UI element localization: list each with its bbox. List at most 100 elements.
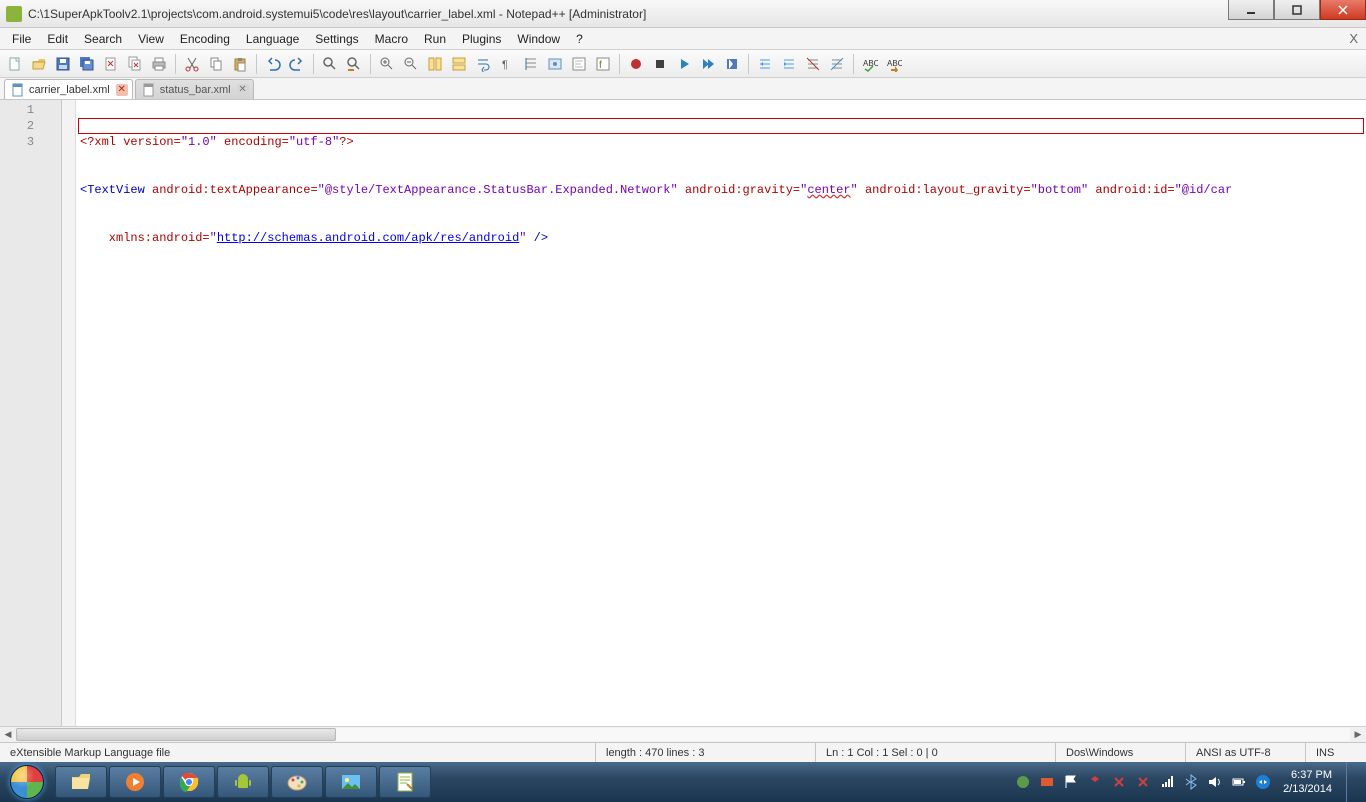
line-number: 1 [0, 102, 61, 118]
tray-icon[interactable] [1087, 774, 1103, 790]
taskbar-photos[interactable] [325, 766, 377, 798]
close-button[interactable] [1320, 0, 1366, 20]
print-button[interactable] [148, 53, 170, 75]
tray-icon[interactable] [1039, 774, 1055, 790]
editor[interactable]: 1 2 3 <?xml version="1.0" encoding="utf-… [0, 100, 1366, 726]
zoom-out-button[interactable] [400, 53, 422, 75]
menu-window[interactable]: Window [509, 30, 568, 48]
menu-help[interactable]: ? [568, 30, 591, 48]
spellcheck-next-button[interactable]: ABC [883, 53, 905, 75]
status-eol: Dos\Windows [1056, 743, 1186, 762]
tray-volume-icon[interactable] [1207, 774, 1223, 790]
paste-button[interactable] [229, 53, 251, 75]
taskbar-android[interactable] [217, 766, 269, 798]
minimize-button[interactable] [1228, 0, 1274, 20]
sync-v-button[interactable] [424, 53, 446, 75]
tray-teamviewer-icon[interactable] [1255, 774, 1271, 790]
status-bar: eXtensible Markup Language file length :… [0, 742, 1366, 762]
menu-run[interactable]: Run [416, 30, 454, 48]
scroll-track[interactable] [16, 728, 1350, 741]
show-desktop-button[interactable] [1346, 762, 1360, 802]
scroll-thumb[interactable] [16, 728, 336, 741]
sync-h-button[interactable] [448, 53, 470, 75]
undo-button[interactable] [262, 53, 284, 75]
tray-icon[interactable] [1015, 774, 1031, 790]
close-all-button[interactable] [124, 53, 146, 75]
new-file-button[interactable] [4, 53, 26, 75]
status-position: Ln : 1 Col : 1 Sel : 0 | 0 [816, 743, 1056, 762]
find-button[interactable] [319, 53, 341, 75]
start-button[interactable] [0, 762, 54, 802]
tab-carrier-label[interactable]: carrier_label.xml ✕ [4, 79, 133, 99]
taskbar-explorer[interactable] [55, 766, 107, 798]
outdent-button[interactable] [754, 53, 776, 75]
svg-text:ABC: ABC [863, 59, 878, 68]
tray-time: 6:37 PM [1283, 768, 1332, 782]
cut-button[interactable] [181, 53, 203, 75]
code-line: <TextView android:textAppearance="@style… [76, 182, 1366, 198]
menu-file[interactable]: File [4, 30, 39, 48]
tab-label: carrier_label.xml [29, 84, 110, 96]
open-file-button[interactable] [28, 53, 50, 75]
menu-encoding[interactable]: Encoding [172, 30, 238, 48]
redo-button[interactable] [286, 53, 308, 75]
tab-close-icon[interactable]: ✕ [116, 84, 128, 96]
file-icon [142, 83, 156, 97]
tray-bluetooth-icon[interactable] [1183, 774, 1199, 790]
tab-close-icon[interactable]: ✕ [237, 84, 249, 96]
toolbar-separator [175, 54, 176, 74]
tray-network-icon[interactable] [1159, 774, 1175, 790]
toolbar-separator [619, 54, 620, 74]
tab-status-bar[interactable]: status_bar.xml ✕ [135, 79, 254, 99]
close-file-button[interactable] [100, 53, 122, 75]
tray-icon[interactable] [1111, 774, 1127, 790]
save-macro-button[interactable] [721, 53, 743, 75]
taskbar-paint[interactable] [271, 766, 323, 798]
maximize-button[interactable] [1274, 0, 1320, 20]
user-lang-button[interactable] [544, 53, 566, 75]
copy-button[interactable] [205, 53, 227, 75]
show-chars-button[interactable]: ¶ [496, 53, 518, 75]
comment-button[interactable] [802, 53, 824, 75]
taskbar-chrome[interactable] [163, 766, 215, 798]
menu-edit[interactable]: Edit [39, 30, 76, 48]
stop-macro-button[interactable] [649, 53, 671, 75]
play-multi-button[interactable] [697, 53, 719, 75]
taskbar-mediaplayer[interactable] [109, 766, 161, 798]
toolbar-separator [748, 54, 749, 74]
replace-button[interactable] [343, 53, 365, 75]
tray-icon[interactable] [1135, 774, 1151, 790]
menu-close-x[interactable]: X [1349, 31, 1358, 46]
horizontal-scrollbar[interactable]: ◀ ▶ [0, 726, 1366, 742]
doc-map-button[interactable] [568, 53, 590, 75]
scroll-right-arrow[interactable]: ▶ [1350, 727, 1366, 742]
save-button[interactable] [52, 53, 74, 75]
uncomment-button[interactable] [826, 53, 848, 75]
zoom-in-button[interactable] [376, 53, 398, 75]
menu-plugins[interactable]: Plugins [454, 30, 509, 48]
indent-button[interactable] [778, 53, 800, 75]
tray-flag-icon[interactable] [1063, 774, 1079, 790]
taskbar-notepadpp[interactable] [379, 766, 431, 798]
indent-guide-button[interactable] [520, 53, 542, 75]
code-area[interactable]: <?xml version="1.0" encoding="utf-8"?> <… [76, 100, 1366, 726]
menu-search[interactable]: Search [76, 30, 130, 48]
wrap-button[interactable] [472, 53, 494, 75]
menu-macro[interactable]: Macro [367, 30, 416, 48]
spellcheck-button[interactable]: ABC [859, 53, 881, 75]
play-macro-button[interactable] [673, 53, 695, 75]
toolbar-separator [256, 54, 257, 74]
tray-date: 2/13/2014 [1283, 782, 1332, 796]
tray-clock[interactable]: 6:37 PM 2/13/2014 [1283, 768, 1332, 796]
save-all-button[interactable] [76, 53, 98, 75]
scroll-left-arrow[interactable]: ◀ [0, 727, 16, 742]
menu-view[interactable]: View [130, 30, 172, 48]
menu-settings[interactable]: Settings [307, 30, 366, 48]
tray-power-icon[interactable] [1231, 774, 1247, 790]
record-macro-button[interactable] [625, 53, 647, 75]
function-list-button[interactable]: f [592, 53, 614, 75]
menu-language[interactable]: Language [238, 30, 307, 48]
code-line: <?xml version="1.0" encoding="utf-8"?> [76, 134, 1366, 150]
toolbar-separator [853, 54, 854, 74]
svg-text:ABC: ABC [887, 59, 902, 68]
